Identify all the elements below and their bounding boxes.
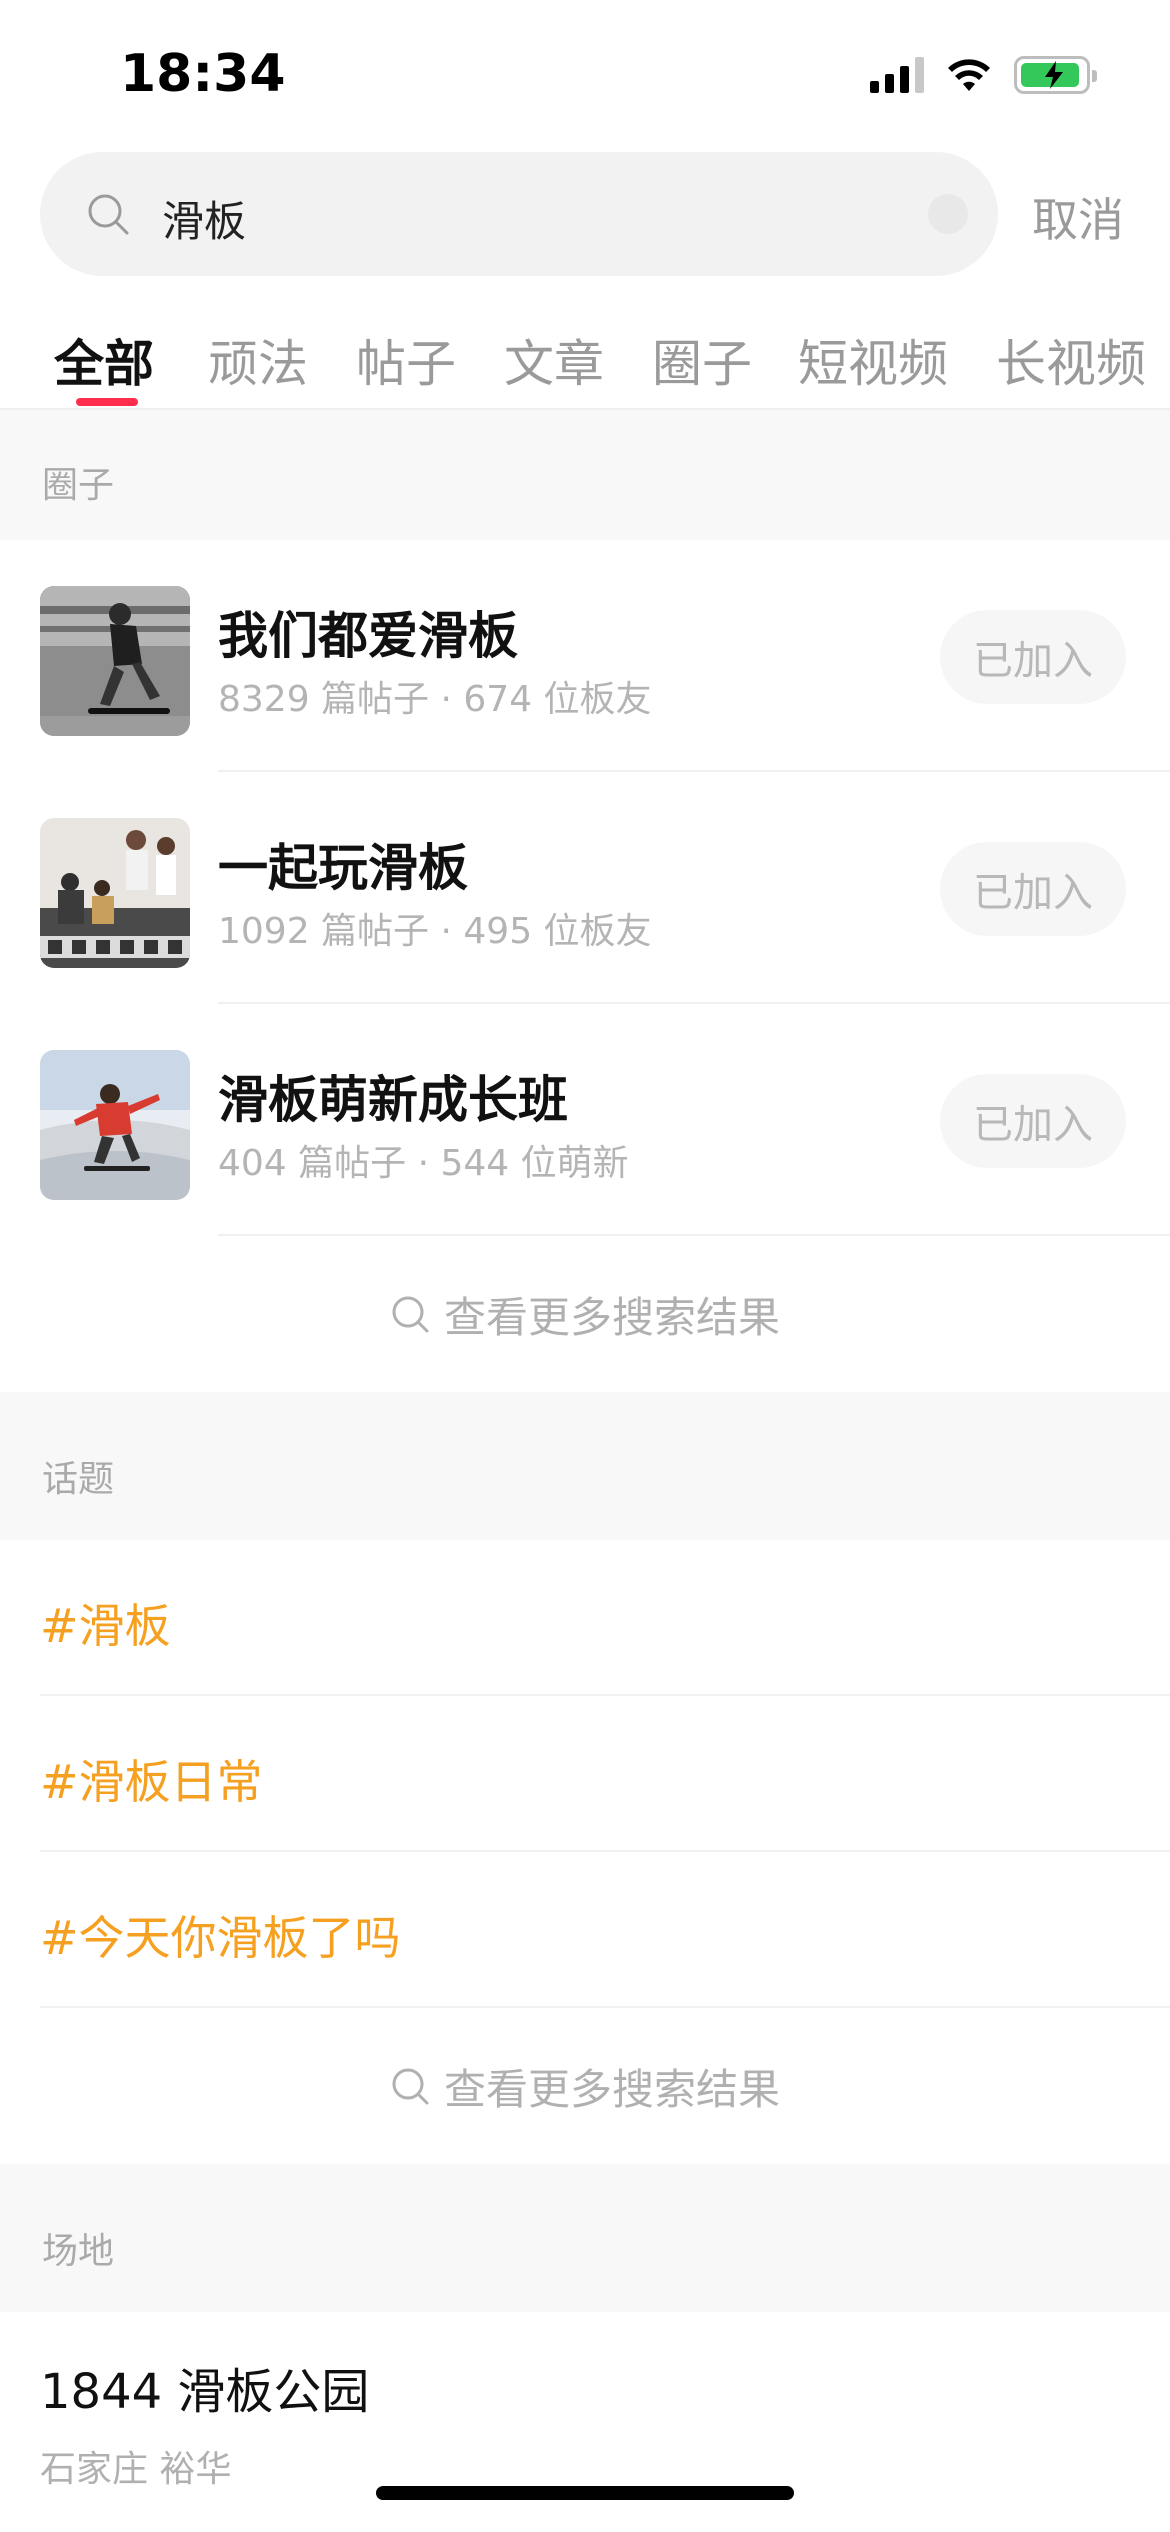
search-input[interactable]: 滑板	[40, 152, 998, 276]
tab-all[interactable]: 全部	[54, 324, 154, 396]
circle-name: 我们都爱滑板	[218, 607, 518, 665]
section-header-topics: 话题	[0, 1392, 1170, 1540]
cancel-button[interactable]: 取消	[1032, 184, 1124, 250]
topic-label: #滑板	[40, 1599, 171, 1653]
circle-thumbnail	[40, 1050, 190, 1200]
circle-item[interactable]: 我们都爱滑板 8329 篇帖子 · 674 位板友 已加入	[0, 540, 1170, 772]
home-indicator[interactable]	[376, 2486, 794, 2500]
status-icons	[870, 56, 1097, 94]
search-query-text[interactable]: 滑板	[162, 188, 246, 249]
result-tabs: 全部 顽法 帖子 文章 圈子 短视频 长视频	[0, 300, 1170, 408]
circle-meta: 8329 篇帖子 · 674 位板友	[218, 679, 652, 720]
active-tab-indicator	[76, 398, 138, 406]
section-header-circles: 圈子	[0, 410, 1170, 540]
tab-short-video[interactable]: 短视频	[798, 324, 948, 396]
search-icon	[392, 2068, 429, 2105]
charging-bolt-icon	[1045, 61, 1063, 89]
topic-label: #今天你滑板了吗	[40, 1911, 401, 1965]
section-title: 圈子	[42, 465, 115, 506]
circle-meta: 404 篇帖子 · 544 位萌新	[218, 1143, 629, 1184]
topic-item[interactable]: #滑板	[0, 1540, 1170, 1696]
venue-name: 1844 滑板公园	[40, 2364, 370, 2420]
tab-articles[interactable]: 文章	[504, 324, 604, 396]
topic-item[interactable]: #滑板日常	[0, 1696, 1170, 1852]
view-more-circles-link[interactable]: 查看更多搜索结果	[0, 1266, 1170, 1362]
search-icon	[88, 194, 129, 235]
cellular-signal-icon	[870, 57, 924, 93]
tab-long-video[interactable]: 长视频	[996, 324, 1146, 396]
tab-play[interactable]: 顽法	[208, 324, 308, 396]
status-bar: 18:34	[0, 0, 1170, 150]
circle-thumbnail	[40, 818, 190, 968]
view-more-label: 查看更多搜索结果	[443, 1292, 780, 1342]
search-icon	[392, 1296, 429, 1333]
topic-label: #滑板日常	[40, 1755, 263, 1809]
search-row: 滑板 取消	[40, 152, 1140, 276]
section-header-venues: 场地	[0, 2164, 1170, 2312]
topic-item[interactable]: #今天你滑板了吗	[0, 1852, 1170, 2008]
status-time: 18:34	[120, 44, 286, 104]
circle-item[interactable]: 一起玩滑板 1092 篇帖子 · 495 位板友 已加入	[0, 772, 1170, 1004]
view-more-topics-link[interactable]: 查看更多搜索结果	[0, 2038, 1170, 2134]
tab-circles[interactable]: 圈子	[652, 324, 752, 396]
tab-posts[interactable]: 帖子	[356, 324, 456, 396]
view-more-label: 查看更多搜索结果	[443, 2064, 780, 2114]
joined-button[interactable]: 已加入	[940, 610, 1126, 704]
section-title: 场地	[42, 2231, 115, 2272]
joined-button[interactable]: 已加入	[940, 1074, 1126, 1168]
circle-name: 一起玩滑板	[218, 839, 468, 897]
divider	[218, 1234, 1170, 1236]
wifi-icon	[948, 59, 990, 91]
divider	[40, 2006, 1170, 2008]
battery-icon	[1014, 56, 1097, 94]
circle-meta: 1092 篇帖子 · 495 位板友	[218, 911, 652, 952]
circle-item[interactable]: 滑板萌新成长班 404 篇帖子 · 544 位萌新 已加入	[0, 1004, 1170, 1236]
circle-thumbnail	[40, 586, 190, 736]
venue-location: 石家庄 裕华	[40, 2449, 232, 2490]
joined-button[interactable]: 已加入	[940, 842, 1126, 936]
clear-input-icon[interactable]	[928, 194, 968, 234]
circle-name: 滑板萌新成长班	[218, 1071, 568, 1129]
section-title: 话题	[42, 1459, 115, 1500]
